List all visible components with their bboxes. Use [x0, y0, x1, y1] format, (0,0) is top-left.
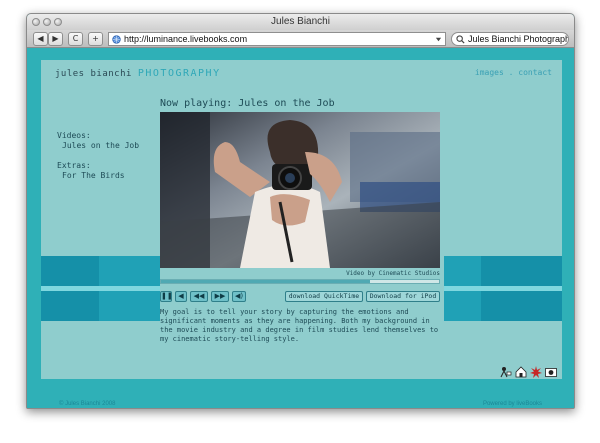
extras-heading: Extras:: [57, 161, 91, 170]
nav-separator: .: [508, 68, 514, 77]
dropdown-icon[interactable]: [435, 36, 442, 43]
globe-icon: [112, 35, 121, 44]
rewind-button[interactable]: ◀◀: [190, 291, 208, 302]
video-link-jules-on-the-job[interactable]: Jules on the Job: [57, 141, 139, 151]
rewind-start-button[interactable]: ◀: [175, 291, 187, 302]
extra-link-for-the-birds[interactable]: For The Birds: [57, 171, 139, 181]
video-progress-bar[interactable]: [160, 279, 440, 284]
forward-button[interactable]: ▶: [48, 32, 63, 46]
nav-link-images[interactable]: images: [475, 68, 504, 77]
download-quicktime-button[interactable]: download QuickTime: [285, 291, 363, 302]
window-title: Jules Bianchi: [271, 16, 330, 27]
video-still-image: [160, 112, 440, 268]
videos-heading: Videos:: [57, 131, 91, 140]
skip-back-icon: ◀: [178, 292, 184, 300]
footer-powered-by[interactable]: Powered by liveBooks: [483, 401, 542, 407]
logo-accent: PHOTOGRAPHY: [137, 68, 221, 79]
plus-icon: +: [92, 34, 99, 43]
url-text: http://luminance.livebooks.com: [124, 34, 248, 44]
add-bookmark-button[interactable]: +: [88, 32, 103, 46]
pause-button[interactable]: ❚❚: [160, 291, 173, 302]
reload-icon: C: [72, 34, 79, 43]
logo-name: jules bianchi: [55, 69, 132, 79]
fast-forward-button[interactable]: ▶▶: [211, 291, 229, 302]
content-panel: jules bianchi PHOTOGRAPHY images . conta…: [41, 60, 562, 379]
title-bar: Jules Bianchi: [27, 14, 574, 30]
close-window-button[interactable]: [32, 18, 40, 26]
decor-stripe: [444, 286, 562, 291]
progress-fill: [161, 280, 370, 283]
footer-copyright: © Jules Bianchi 2008: [59, 401, 116, 407]
nav-link-contact[interactable]: contact: [518, 68, 552, 77]
search-text: Jules Bianchi Photography: [468, 34, 569, 44]
fast-forward-icon: ▶▶: [214, 292, 226, 300]
description-text: My goal is to tell your story by capturi…: [160, 308, 440, 344]
search-input[interactable]: Jules Bianchi Photography: [451, 32, 569, 46]
camera-icon[interactable]: [545, 366, 557, 378]
browser-toolbar: ◀ ▶ C + http://luminance.livebooks.com J…: [27, 30, 574, 48]
back-button[interactable]: ◀: [33, 32, 48, 46]
reload-button[interactable]: C: [68, 32, 83, 46]
pause-icon: ❚❚: [161, 292, 173, 300]
decor-stripe: [41, 286, 160, 291]
starburst-icon[interactable]: [530, 366, 542, 378]
person-cart-icon[interactable]: [500, 366, 512, 378]
video-credit: Video by Cinematic Studios: [346, 270, 440, 277]
back-arrow-icon: ◀: [37, 34, 44, 43]
download-ipod-button[interactable]: Download for iPod: [366, 291, 440, 302]
url-bar[interactable]: http://luminance.livebooks.com: [108, 32, 446, 46]
speaker-icon: ◀): [234, 292, 244, 300]
site-logo[interactable]: jules bianchi PHOTOGRAPHY: [55, 68, 221, 79]
web-page: jules bianchi PHOTOGRAPHY images . conta…: [27, 49, 574, 408]
now-playing-title: Now playing: Jules on the Job: [160, 98, 335, 109]
zoom-window-button[interactable]: [54, 18, 62, 26]
minimize-window-button[interactable]: [43, 18, 51, 26]
forward-arrow-icon: ▶: [52, 34, 59, 43]
top-nav: images . contact: [475, 68, 552, 77]
search-icon: [456, 35, 465, 44]
browser-window: Jules Bianchi ◀ ▶ C + http://luminance.l…: [26, 13, 575, 409]
video-frame[interactable]: [160, 112, 440, 268]
volume-button[interactable]: ◀): [232, 291, 246, 302]
video-sidebar: Videos: Jules on the Job Extras: For The…: [57, 131, 139, 181]
rewind-icon: ◀◀: [193, 292, 205, 300]
house-icon[interactable]: [515, 366, 527, 378]
